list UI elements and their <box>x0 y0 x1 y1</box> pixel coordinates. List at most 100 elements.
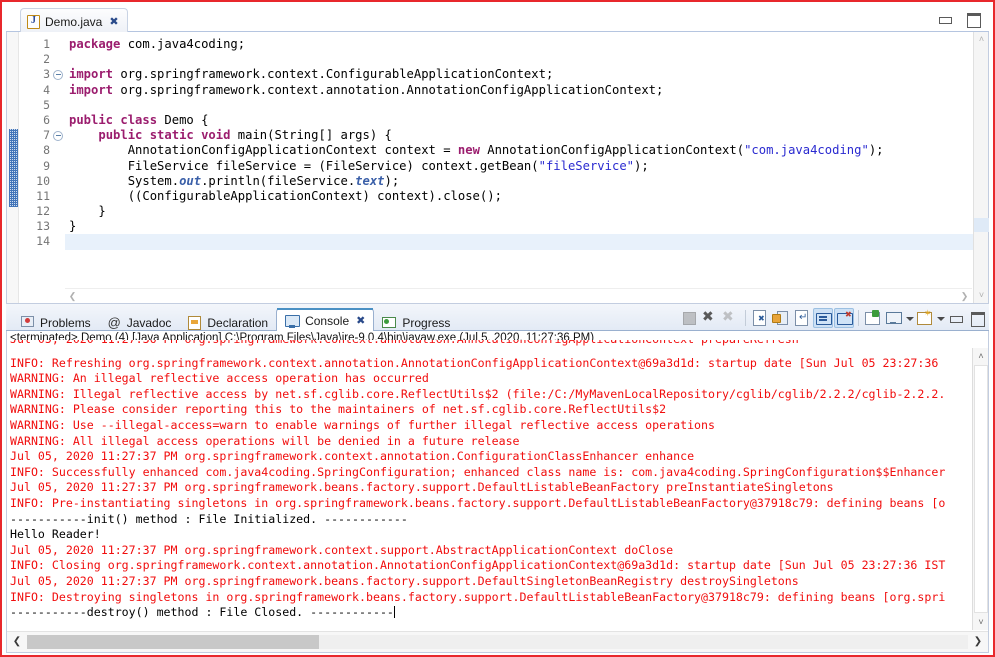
code-line[interactable]: FileService fileService = (FileService) … <box>65 159 988 174</box>
editor-scroll-thumb[interactable] <box>974 218 989 232</box>
progress-icon <box>382 315 397 330</box>
close-icon[interactable]: ✖ <box>109 16 118 28</box>
console-scroll-down-arrow[interactable]: ˅ <box>973 614 989 630</box>
minimize-view-button[interactable] <box>946 308 966 328</box>
console-line: -----------destroy() method : File Close… <box>10 605 972 621</box>
eclipse-ide-window: Demo.java ✖ 1234567891011121314 package … <box>0 0 995 657</box>
code-line[interactable]: import org.springframework.context.annot… <box>65 83 988 98</box>
show-console-on-output-button[interactable] <box>813 308 833 328</box>
console-line: INFO: Refreshing org.springframework.con… <box>10 355 939 370</box>
tab-console[interactable]: Console ✖ <box>276 308 375 333</box>
maximize-icon[interactable] <box>963 9 983 29</box>
code-line[interactable]: import org.springframework.context.Confi… <box>65 67 988 82</box>
console-line: Jul 05, 2020 11:27:37 PM org.springframe… <box>10 542 674 557</box>
close-icon[interactable]: ✖ <box>356 315 365 327</box>
display-selected-console-button[interactable] <box>884 308 904 328</box>
line-number: 2 <box>43 52 50 67</box>
line-number: 10 <box>36 173 50 188</box>
tab-label: Problems <box>40 315 91 330</box>
tab-label: Javadoc <box>126 315 172 330</box>
code-line[interactable] <box>65 52 988 67</box>
console-vertical-scrollbar[interactable]: ˄ ˅ <box>972 348 988 630</box>
editor-scroll-down-arrow[interactable]: ˅ <box>974 288 989 303</box>
fold-collapse-icon[interactable] <box>53 130 63 141</box>
at-icon: @ <box>107 315 121 330</box>
code-token: public class <box>69 112 158 127</box>
tab-label: Declaration <box>207 315 269 330</box>
console-body: <terminated> Demo (4) [Java Application]… <box>6 331 989 653</box>
console-scroll-left-arrow[interactable]: ❮ <box>7 632 27 652</box>
code-line[interactable]: System.out.println(fileService.text); <box>65 174 988 189</box>
code-line[interactable]: } <box>65 219 988 234</box>
code-line[interactable]: package com.java4coding; <box>65 37 988 52</box>
code-line[interactable]: public class Demo { <box>65 113 988 128</box>
editor-scroll-left-arrow[interactable]: ❮ <box>65 289 80 304</box>
editor-horizontal-scrollbar[interactable]: ❮ ❯ <box>65 288 972 303</box>
code-token: AnnotationConfigApplicationContext conte… <box>69 143 458 158</box>
code-token: } <box>69 219 77 234</box>
console-vscroll-thumb[interactable] <box>974 365 988 613</box>
console-line: WARNING: Please consider reporting this … <box>10 402 667 417</box>
console-line: WARNING: Use --illegal-access=warn to en… <box>10 417 715 432</box>
console-line: Hello Reader! <box>10 527 101 542</box>
console-hscroll-thumb[interactable] <box>27 635 319 649</box>
java-file-icon <box>27 15 40 29</box>
editor-marker-column <box>7 32 19 303</box>
show-console-on-error-button[interactable] <box>834 308 854 328</box>
console-line: WARNING: All illegal access operations w… <box>10 433 520 448</box>
editor-scroll-up-arrow[interactable]: ˄ <box>974 32 989 47</box>
console-output[interactable]: Jul 05, 2020 11:27:36 PM org.springframe… <box>7 340 972 630</box>
code-token: ); <box>634 158 649 173</box>
lock-scroll-button[interactable] <box>771 308 791 328</box>
tab-label: Console <box>305 314 350 328</box>
clear-console-button[interactable] <box>750 308 770 328</box>
code-line[interactable]: AnnotationConfigApplicationContext conte… <box>65 143 988 158</box>
code-token: import <box>69 67 114 82</box>
editor-tab-bar: Demo.java ✖ <box>6 6 989 32</box>
pin-console-button[interactable] <box>863 308 883 328</box>
code-token: "com.java4coding" <box>744 143 869 158</box>
code-token: System. <box>69 173 180 188</box>
toolbar-separator <box>858 310 859 326</box>
code-token: public static void <box>98 128 231 143</box>
code-line[interactable]: ((ConfigurableApplicationContext) contex… <box>65 189 988 204</box>
code-token: package <box>69 37 121 51</box>
code-token: } <box>69 204 106 219</box>
remove-launch-button[interactable] <box>700 308 720 328</box>
editor-source-area[interactable]: package com.java4coding; import org.spri… <box>65 32 988 303</box>
display-console-dropdown[interactable] <box>905 308 914 328</box>
code-token: out <box>179 173 202 188</box>
console-scroll-right-arrow[interactable]: ❯ <box>968 632 988 652</box>
console-scroll-up-arrow[interactable]: ˄ <box>973 348 989 364</box>
editor-scroll-right-arrow[interactable]: ❯ <box>957 289 972 304</box>
line-number: 8 <box>43 143 50 158</box>
word-wrap-button[interactable] <box>792 308 812 328</box>
code-line[interactable] <box>65 234 988 250</box>
open-console-button[interactable] <box>915 308 935 328</box>
line-number: 12 <box>36 204 50 219</box>
editor-line-number-ruler: 1 2 3 4 5 6 7 8 9 10 11 12 13 14 <box>19 32 63 303</box>
editor-tab-demo-java[interactable]: Demo.java ✖ <box>20 8 128 32</box>
code-line[interactable]: } <box>65 204 988 219</box>
maximize-view-button[interactable] <box>967 308 987 328</box>
console-view-toolbar <box>679 306 987 330</box>
line-number: 4 <box>43 82 50 97</box>
editor-tab-label: Demo.java <box>45 15 103 29</box>
console-part: Problems @ Javadoc Declaration Console ✖ Progr… <box>6 304 989 653</box>
line-number: 1 <box>43 37 50 51</box>
console-line: WARNING: Illegal reflective access by ne… <box>10 386 946 401</box>
console-hscroll-track[interactable] <box>27 635 968 649</box>
declaration-icon <box>187 315 202 330</box>
console-line: WARNING: An illegal reflective access op… <box>10 371 429 386</box>
line-number: 3 <box>19 67 63 82</box>
fold-collapse-icon[interactable] <box>53 69 63 80</box>
console-horizontal-scrollbar[interactable]: ❮ ❯ <box>7 631 988 652</box>
editor-vertical-scrollbar[interactable]: ˄ ˅ <box>973 32 989 303</box>
code-line[interactable] <box>65 98 988 113</box>
minimize-icon[interactable] <box>935 9 955 29</box>
open-console-dropdown[interactable] <box>936 308 945 328</box>
code-line[interactable]: public static void main(String[] args) { <box>65 128 988 143</box>
occurrence-marker-band <box>9 129 18 207</box>
terminate-button <box>679 308 699 328</box>
code-token: "fileService" <box>538 158 634 173</box>
